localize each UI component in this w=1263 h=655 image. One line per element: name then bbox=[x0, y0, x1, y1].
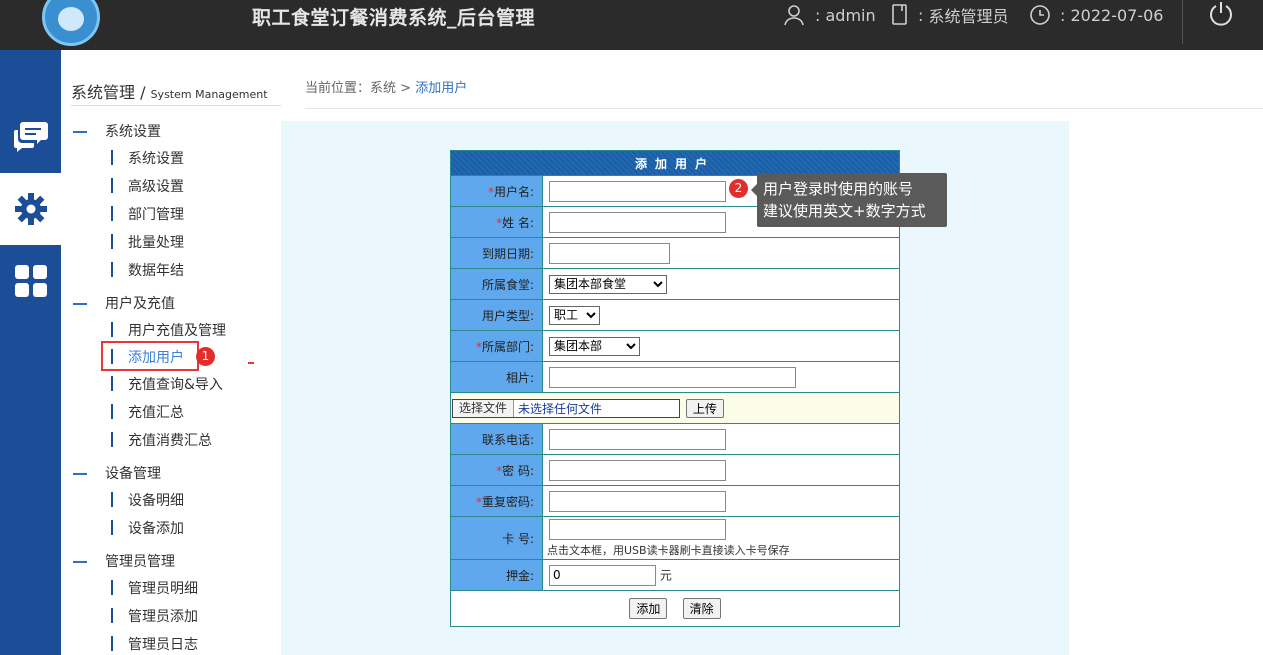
grid-icon bbox=[14, 265, 47, 297]
module-rail bbox=[0, 50, 61, 655]
expire-date-input[interactable] bbox=[549, 242, 670, 264]
user-icon bbox=[784, 5, 804, 26]
department-label: *所属部门: bbox=[450, 330, 543, 362]
logout-button[interactable] bbox=[1182, 0, 1263, 44]
repeat-password-label: *重复密码: bbox=[450, 485, 543, 517]
clock-icon bbox=[1030, 5, 1050, 25]
top-bar: 职工食堂订餐消费系统_后台管理 : admin : 系统管理员 : 2022-0… bbox=[0, 0, 1263, 50]
role-text: 系统管理员 bbox=[928, 7, 1009, 26]
current-user: : admin bbox=[783, 3, 876, 27]
user-type-select[interactable]: 职工 bbox=[549, 305, 600, 325]
deposit-input[interactable] bbox=[549, 564, 656, 586]
photo-label: 相片: bbox=[450, 361, 543, 393]
power-icon bbox=[1210, 2, 1232, 26]
repeat-password-input[interactable] bbox=[549, 490, 726, 512]
phone-input[interactable] bbox=[549, 428, 726, 450]
step-badge-2: 2 bbox=[729, 179, 748, 198]
breadcrumb: 当前位置：系统 > 添加用户 bbox=[305, 81, 468, 96]
choose-file-button[interactable]: 选择文件 bbox=[453, 399, 515, 417]
card-number-input[interactable] bbox=[549, 518, 726, 540]
department-select[interactable]: 集团本部 bbox=[549, 336, 640, 356]
username-text: admin bbox=[825, 5, 876, 25]
breadcrumb-current: 添加用户 bbox=[415, 81, 468, 96]
name-label: *姓 名: bbox=[450, 206, 543, 238]
rail-item-messages[interactable] bbox=[0, 100, 61, 172]
date-text: 2022-07-06 bbox=[1070, 5, 1164, 25]
chat-icon bbox=[13, 122, 48, 152]
file-name-text: 未选择任何文件 bbox=[518, 401, 603, 416]
password-label: *密 码: bbox=[450, 454, 543, 486]
gear-icon bbox=[14, 193, 47, 225]
app-title: 职工食堂订餐消费系统_后台管理 bbox=[252, 7, 536, 29]
canteen-select[interactable]: 集团本部食堂 bbox=[549, 274, 667, 294]
username-label: *用户名: bbox=[450, 175, 543, 207]
divider bbox=[305, 108, 1263, 109]
add-button[interactable]: 添加 bbox=[629, 598, 668, 619]
user-type-label: 用户类型: bbox=[450, 299, 543, 331]
app-logo bbox=[42, 0, 100, 46]
file-picker[interactable]: 选择文件 未选择任何文件 bbox=[452, 398, 680, 418]
divider bbox=[71, 105, 281, 106]
deposit-unit: 元 bbox=[659, 568, 672, 582]
annotation-mark bbox=[248, 362, 254, 364]
name-input[interactable] bbox=[549, 211, 726, 233]
current-role: : 系统管理员 bbox=[890, 3, 1009, 27]
phone-label: 联系电话: bbox=[450, 423, 543, 455]
card-number-label: 卡 号: bbox=[450, 516, 543, 560]
username-input[interactable] bbox=[549, 180, 726, 202]
username-tooltip: 用户登录时使用的账号 建议使用英文+数字方式 bbox=[751, 173, 947, 227]
expire-date-label: 到期日期: bbox=[450, 237, 543, 269]
canteen-label: 所属食堂: bbox=[450, 268, 543, 300]
form-title: 添加用户 bbox=[450, 150, 900, 176]
password-input[interactable] bbox=[549, 459, 726, 481]
clear-button[interactable]: 清除 bbox=[682, 598, 721, 619]
breadcrumb-level1[interactable]: 系统 bbox=[370, 81, 396, 96]
deposit-label: 押金: bbox=[450, 559, 543, 591]
badge-icon bbox=[892, 4, 907, 25]
highlight-box bbox=[101, 341, 199, 371]
rail-item-settings[interactable] bbox=[0, 173, 61, 245]
card-number-hint: 点击文本框，用USB读卡器刷卡直接读入卡号保存 bbox=[547, 543, 790, 557]
step-badge-1: 1 bbox=[196, 347, 215, 366]
current-date: : 2022-07-06 bbox=[1028, 3, 1163, 27]
photo-path-input[interactable] bbox=[549, 366, 796, 388]
upload-button[interactable]: 上传 bbox=[685, 398, 724, 418]
rail-item-apps[interactable] bbox=[0, 245, 61, 317]
sidebar-title: 系统管理 / System Management bbox=[71, 83, 268, 102]
